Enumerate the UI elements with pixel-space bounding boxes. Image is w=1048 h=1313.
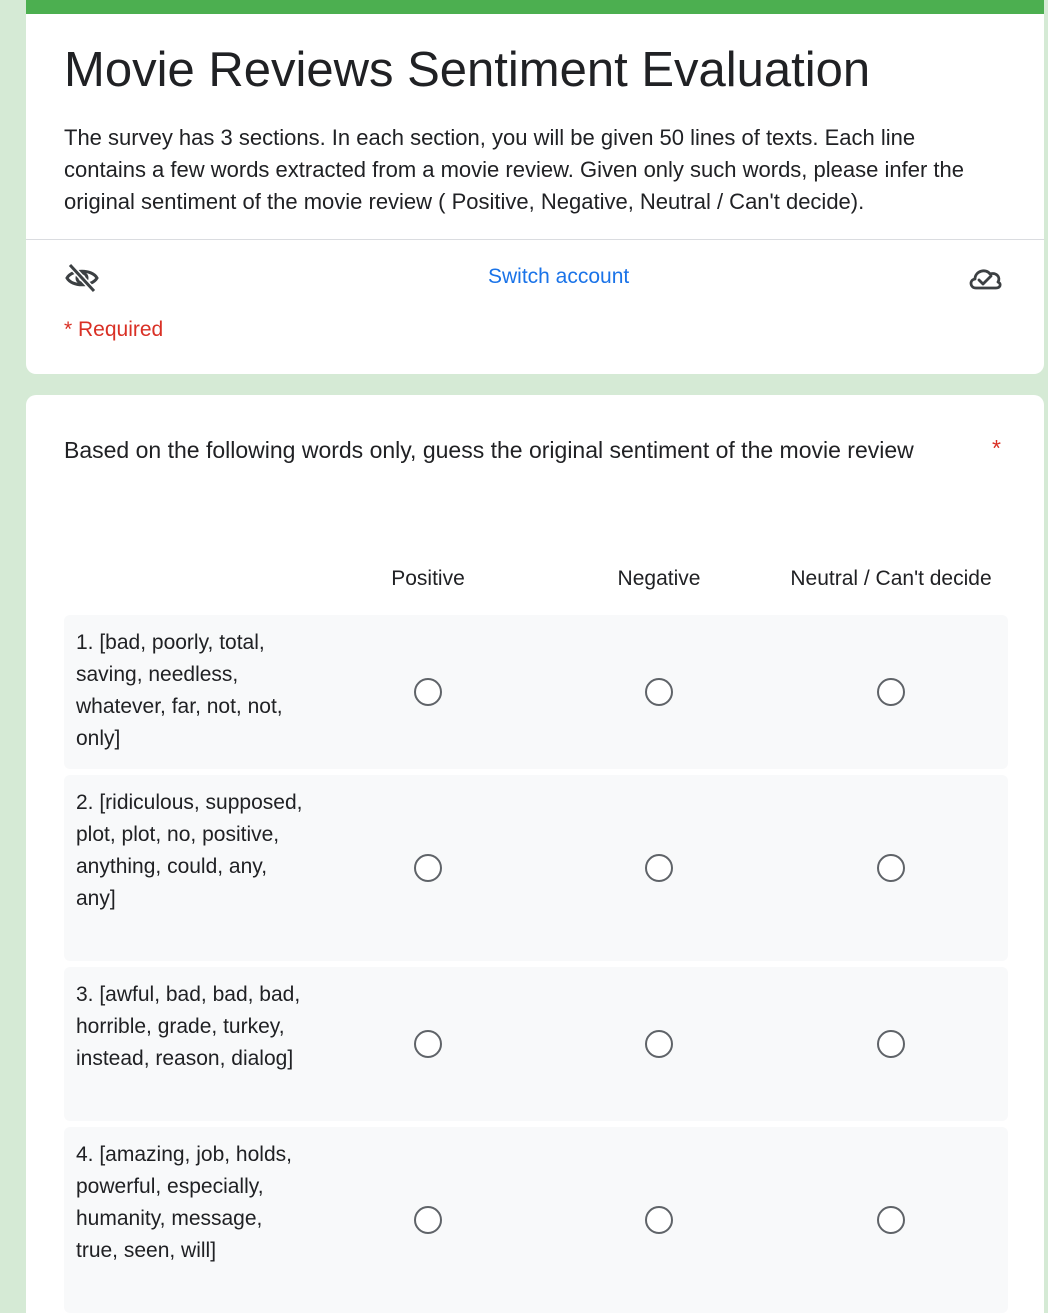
- radio-negative[interactable]: [645, 1206, 673, 1234]
- radio-neutral[interactable]: [877, 678, 905, 706]
- eye-off-icon: [65, 262, 99, 294]
- question-card: Based on the following words only, guess…: [26, 395, 1044, 1313]
- header-accent-bar: [26, 0, 1044, 14]
- column-label-negative: Negative: [617, 567, 701, 590]
- column-label-neutral: Neutral / Can't decide: [790, 567, 992, 590]
- cloud-check-icon: [969, 269, 1002, 290]
- radio-neutral[interactable]: [877, 854, 905, 882]
- radio-positive[interactable]: [414, 678, 442, 706]
- grid-header: Positive Negative Neutral / Can't decide: [64, 543, 1008, 615]
- column-label-positive: Positive: [391, 567, 465, 590]
- form-description: The survey has 3 sections. In each secti…: [64, 125, 964, 214]
- form-header-card: Movie Reviews Sentiment Evaluation The s…: [26, 0, 1044, 374]
- radio-neutral[interactable]: [877, 1030, 905, 1058]
- row-label: 2. [ridiculous, supposed, plot, plot, no…: [76, 791, 303, 910]
- radio-positive[interactable]: [414, 854, 442, 882]
- form-page: Movie Reviews Sentiment Evaluation The s…: [0, 0, 1048, 1313]
- radio-positive[interactable]: [414, 1206, 442, 1234]
- grid-row: 4. [amazing, job, holds, powerful, espec…: [64, 1127, 1008, 1313]
- radio-negative[interactable]: [645, 1030, 673, 1058]
- grid-row: 1. [bad, poorly, total, saving, needless…: [64, 615, 1008, 769]
- radio-negative[interactable]: [645, 854, 673, 882]
- header-divider: [26, 239, 1044, 240]
- required-note: * Required: [64, 318, 164, 341]
- radio-neutral[interactable]: [877, 1206, 905, 1234]
- radio-positive[interactable]: [414, 1030, 442, 1058]
- grid-row: 2. [ridiculous, supposed, plot, plot, no…: [64, 775, 1008, 961]
- switch-account-link[interactable]: Switch account: [488, 263, 629, 291]
- row-label: 3. [awful, bad, bad, bad, horrible, grad…: [76, 983, 301, 1070]
- row-label: 1. [bad, poorly, total, saving, needless…: [76, 631, 283, 750]
- row-label: 4. [amazing, job, holds, powerful, espec…: [76, 1143, 292, 1262]
- question-text: Based on the following words only, guess…: [64, 437, 914, 463]
- grid-row: 3. [awful, bad, bad, bad, horrible, grad…: [64, 967, 1008, 1121]
- required-star: *: [992, 435, 1001, 461]
- form-title: Movie Reviews Sentiment Evaluation: [64, 43, 871, 97]
- radio-negative[interactable]: [645, 678, 673, 706]
- choice-grid: Positive Negative Neutral / Can't decide…: [64, 543, 1008, 1313]
